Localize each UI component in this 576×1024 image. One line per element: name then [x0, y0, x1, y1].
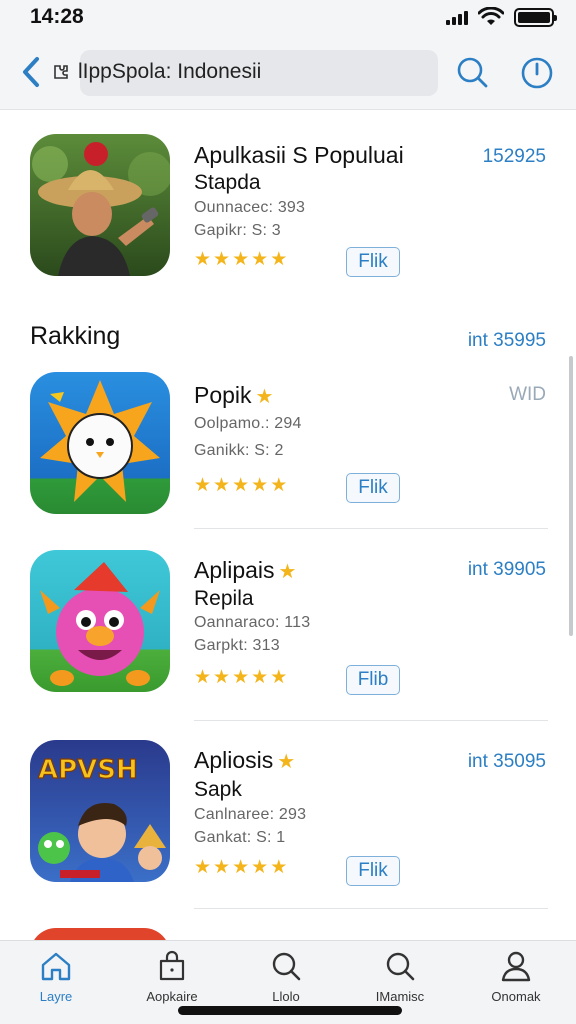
pink-monster-artwork-icon [30, 550, 170, 692]
app-meta-line-2: Ganikk: S: 2 [194, 442, 284, 459]
app-subtitle: Sapk [194, 778, 242, 801]
star-icon: ★ [270, 857, 288, 878]
star-icon: ★ [232, 475, 250, 496]
app-name: Popik [194, 382, 252, 408]
get-button[interactable]: Flik [346, 247, 400, 277]
app-name-row: Apliosis ★ [194, 747, 295, 774]
divider [194, 528, 548, 529]
tab-label: IMamisc [375, 989, 425, 1004]
featured-star-icon: ★ [278, 561, 297, 583]
app-meta-line-2: Gapikr: S: 3 [194, 222, 281, 239]
star-icon: ★ [194, 667, 212, 688]
star-icon: ★ [270, 475, 288, 496]
app-name-row: Popik ★ [194, 382, 273, 409]
get-button[interactable]: Flik [346, 473, 400, 503]
cellular-signal-icon [446, 9, 468, 25]
puzzle-icon [54, 65, 68, 79]
search-field-content: lIppSpola: Indonesii [52, 60, 261, 84]
section-title: Rakking [30, 322, 121, 350]
app-icon-aplipais[interactable] [30, 550, 170, 692]
app-price: int 35095 [467, 751, 546, 772]
star-rating: ★ ★ ★ ★ ★ [194, 858, 287, 877]
star-icon: ★ [194, 857, 212, 878]
divider [194, 908, 548, 909]
star-icon: ★ [213, 667, 231, 688]
star-icon: ★ [213, 857, 231, 878]
star-icon: ★ [251, 475, 269, 496]
tab-label: Onomak [491, 989, 541, 1004]
get-button[interactable]: Flik [346, 856, 400, 886]
tab-layre[interactable]: Layre [4, 949, 108, 1019]
power-icon [521, 57, 553, 89]
app-meta-line-2: Garpkt: 313 [194, 637, 280, 654]
app-subtitle: Repila [194, 587, 254, 610]
search-icon [272, 952, 301, 981]
star-icon: ★ [270, 249, 288, 270]
star-icon: ★ [232, 249, 250, 270]
divider [194, 720, 548, 721]
home-indicator[interactable] [178, 1006, 402, 1015]
app-meta-line-1: Oolpamo.: 294 [194, 415, 302, 432]
star-icon: ★ [232, 857, 250, 878]
section-see-all-link[interactable]: int 35995 [468, 330, 546, 352]
star-rating: ★ ★ ★ ★ ★ [194, 250, 287, 269]
app-name-row: Aplipais ★ [194, 557, 296, 584]
star-icon: ★ [194, 249, 212, 270]
header-bar: lIppSpola: Indonesii [0, 36, 576, 110]
app-meta-line-2: Gankat: S: 1 [194, 829, 286, 846]
star-icon: ★ [213, 249, 231, 270]
search-icon [386, 952, 415, 981]
star-icon: ★ [251, 857, 269, 878]
featured-star-icon: ★ [277, 751, 296, 773]
status-bar: 14:28 [0, 0, 576, 36]
back-chevron-icon [23, 57, 39, 87]
search-icon [457, 57, 488, 88]
power-button[interactable] [518, 54, 556, 92]
tab-onomak[interactable]: Onomak [464, 949, 568, 1019]
search-button[interactable] [454, 54, 492, 92]
status-time: 14:28 [30, 5, 84, 28]
app-icon-popik[interactable] [30, 372, 170, 514]
featured-star-icon: ★ [255, 386, 274, 408]
app-name: Apliosis [194, 747, 274, 773]
battery-icon [514, 7, 557, 27]
star-icon: ★ [232, 667, 250, 688]
star-rating: ★ ★ ★ ★ ★ [194, 476, 287, 495]
person-icon [501, 951, 531, 982]
kids-poster-artwork-icon: APVSH [30, 740, 170, 882]
scrollbar[interactable] [569, 356, 573, 636]
app-price: 152925 [482, 146, 546, 167]
wifi-icon [478, 7, 504, 25]
star-icon: ★ [213, 475, 231, 496]
app-name: Aplipais [194, 557, 275, 583]
star-icon: ★ [251, 667, 269, 688]
star-icon: ★ [251, 249, 269, 270]
tab-label: Llolo [272, 989, 300, 1004]
tab-label: Layre [39, 989, 73, 1004]
artwork-lettering: APVSH [38, 755, 138, 785]
star-rating: ★ ★ ★ ★ ★ [194, 668, 287, 687]
sun-character-artwork-icon [30, 372, 170, 514]
app-icon-featured[interactable] [30, 134, 170, 276]
status-icons [446, 7, 557, 27]
shopping-bag-icon [159, 950, 185, 981]
app-price: int 39905 [467, 559, 546, 580]
app-name: Apulkasii S Populuai [194, 142, 404, 168]
app-meta-line-1: Canlnaree: 293 [194, 806, 307, 823]
home-icon [41, 952, 71, 981]
get-button[interactable]: Flib [346, 665, 400, 695]
search-field-text: lIppSpola: Indonesii [78, 60, 262, 83]
back-button[interactable] [16, 54, 46, 90]
star-icon: ★ [270, 667, 288, 688]
tab-label: Aopkaire [146, 989, 198, 1004]
app-subtitle: Stapda [194, 171, 261, 194]
app-meta-line-1: Ounnacec: 393 [194, 199, 306, 216]
app-icon-apliosis[interactable]: APVSH [30, 740, 170, 882]
star-icon: ★ [194, 475, 212, 496]
app-meta-line-1: Oannaraco: 113 [194, 614, 311, 631]
app-price: WID [509, 384, 546, 405]
boy-hat-artwork-icon [30, 134, 170, 276]
